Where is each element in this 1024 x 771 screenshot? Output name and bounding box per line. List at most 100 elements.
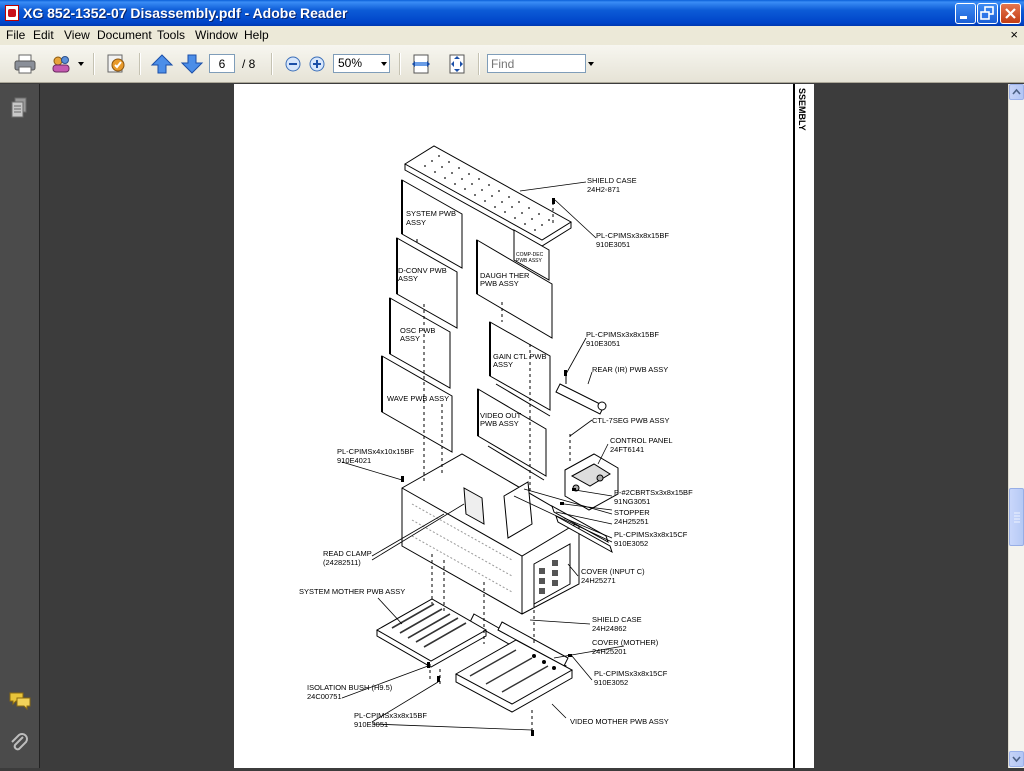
- label-screw: PL-CPIMSx3x8x15CF: [614, 530, 688, 539]
- zoom-in-icon[interactable]: [305, 53, 329, 75]
- menu-document[interactable]: Document: [97, 28, 152, 42]
- control-panel-part: [564, 453, 619, 511]
- menu-help[interactable]: Help: [244, 28, 269, 42]
- close-document-icon[interactable]: ×: [1010, 27, 1018, 42]
- zoom-select[interactable]: 50%: [333, 54, 390, 73]
- vertical-scrollbar[interactable]: [1008, 84, 1024, 768]
- chevron-down-icon: [381, 62, 387, 66]
- scroll-thumb[interactable]: [1009, 488, 1024, 546]
- close-icon: [1005, 8, 1016, 19]
- label-screw: PL-CPIMSx3x8x15CF: [594, 669, 668, 678]
- label-part-number: 24H25271: [581, 576, 616, 585]
- label-screw: P-#2CBRTSx3x8x15BF: [614, 488, 693, 497]
- label-osc: ASSY: [400, 334, 420, 343]
- restore-icon: [980, 6, 994, 20]
- find-box: [487, 54, 588, 73]
- toolbar-separator: [139, 53, 141, 75]
- toolbar: 6 / 8 50%: [0, 45, 1024, 83]
- label-part-number: 910E4021: [337, 456, 371, 465]
- menu-edit[interactable]: Edit: [33, 28, 54, 42]
- adobe-reader-icon: [5, 5, 19, 21]
- label-stopper: STOPPER: [614, 508, 650, 517]
- label-part-number: 910E3051: [586, 339, 620, 348]
- label-daughter: PWB ASSY: [480, 279, 519, 288]
- board-system-mother: [375, 598, 488, 668]
- label-part-number: 24C00751: [307, 692, 342, 701]
- label-part-number: 910E3052: [594, 678, 628, 687]
- document-view[interactable]: SSEMBLY SHIELD CASE 24H2◦871 PL-CPIMSx3x…: [41, 84, 1008, 768]
- label-screw: PL-CPIMSx4x10x15BF: [337, 447, 415, 456]
- grip-icon: [1014, 512, 1020, 523]
- toolbar-separator: [271, 53, 273, 75]
- label-shield-case-top: SHIELD CASE: [587, 176, 637, 185]
- label-part-number: 24H2◦871: [587, 185, 620, 194]
- window-title: XG 852-1352-07 Disassembly.pdf - Adobe R…: [23, 5, 348, 21]
- pdf-page: SSEMBLY SHIELD CASE 24H2◦871 PL-CPIMSx3x…: [234, 84, 814, 768]
- label-comp-dec: PWB ASSY: [516, 258, 543, 264]
- label-system-pwb: SYSTEM PWB: [406, 209, 456, 218]
- chevron-down-icon[interactable]: [78, 62, 84, 66]
- label-isolation-bush: ISOLATION BUSH (H9.5): [307, 683, 393, 692]
- disassembly-diagram: SSEMBLY SHIELD CASE 24H2◦871 PL-CPIMSx3x…: [299, 84, 807, 768]
- comments-icon[interactable]: [8, 691, 32, 711]
- label-part-number: 910E3051: [354, 720, 388, 729]
- fit-width-icon[interactable]: [409, 53, 433, 75]
- scroll-down-button[interactable]: [1009, 751, 1024, 767]
- zoom-value: 50%: [338, 56, 363, 70]
- label-cover-mother: COVER (MOTHER): [592, 638, 659, 647]
- scroll-up-button[interactable]: [1009, 84, 1024, 100]
- chevron-up-icon: [1012, 88, 1021, 95]
- collaborate-icon[interactable]: [50, 53, 74, 75]
- zoom-out-icon[interactable]: [281, 53, 305, 75]
- label-system-pwb: ASSY: [406, 218, 426, 227]
- label-part-number: 24FT6141: [610, 445, 644, 454]
- close-window-button[interactable]: [1000, 3, 1021, 24]
- previous-page-icon[interactable]: [150, 53, 174, 75]
- label-rear-ir: REAR (IR) PWB ASSY: [592, 365, 668, 374]
- label-screw: PL-CPIMSx3x8x15BF: [586, 330, 659, 339]
- menu-bar: File Edit View Document Tools Window Hel…: [0, 26, 1024, 45]
- pages-icon[interactable]: [9, 97, 29, 119]
- label-ctl7seg: CTL-7SEG PWB ASSY: [592, 416, 670, 425]
- navigation-panel: [0, 84, 40, 768]
- toolbar-separator: [478, 53, 480, 75]
- label-part-number: 91NG3051: [614, 497, 650, 506]
- next-page-icon[interactable]: [180, 53, 204, 75]
- page-total: / 8: [242, 57, 256, 71]
- label-dconv: ASSY: [398, 274, 418, 283]
- attachments-icon[interactable]: [9, 732, 29, 754]
- print-icon[interactable]: [13, 53, 37, 75]
- menu-file[interactable]: File: [6, 28, 25, 42]
- sign-icon[interactable]: [104, 53, 128, 75]
- chevron-down-icon: [1012, 756, 1021, 763]
- label-videoout: PWB ASSY: [480, 419, 519, 428]
- label-part-number: (24282511): [323, 558, 361, 567]
- label-shield-case-bottom: SHIELD CASE: [592, 615, 642, 624]
- label-control-panel: CONTROL PANEL: [610, 436, 673, 445]
- label-part-number: 910E3051: [596, 240, 630, 249]
- label-system-mother: SYSTEM MOTHER PWB ASSY: [299, 587, 405, 596]
- label-wave: WAVE PWB ASSY: [387, 394, 449, 403]
- chevron-down-icon[interactable]: [588, 62, 594, 66]
- find-input[interactable]: [488, 55, 588, 73]
- label-screw: PL-CPIMSx3x8x15BF: [354, 711, 427, 720]
- main-chassis: [401, 453, 580, 615]
- minimize-button[interactable]: [955, 3, 976, 24]
- toolbar-separator: [399, 53, 401, 75]
- page-number-input[interactable]: 6: [209, 54, 235, 73]
- toolbar-separator: [93, 53, 95, 75]
- title-bar: XG 852-1352-07 Disassembly.pdf - Adobe R…: [0, 0, 1024, 26]
- board-rear-ir-pwb: [555, 376, 607, 415]
- menu-tools[interactable]: Tools: [157, 28, 185, 42]
- section-heading: SSEMBLY: [797, 88, 807, 131]
- label-part-number: 24H25201: [592, 647, 627, 656]
- label-read-clamp: READ CLAMP: [323, 549, 372, 558]
- label-cover-input: COVER (INPUT C): [581, 567, 645, 576]
- fit-page-icon[interactable]: [445, 53, 469, 75]
- restore-button[interactable]: [977, 3, 998, 24]
- label-part-number: 910E3052: [614, 539, 648, 548]
- menu-window[interactable]: Window: [195, 28, 238, 42]
- minimize-icon: [960, 16, 967, 19]
- label-gainctl: ASSY: [493, 360, 513, 369]
- menu-view[interactable]: View: [64, 28, 90, 42]
